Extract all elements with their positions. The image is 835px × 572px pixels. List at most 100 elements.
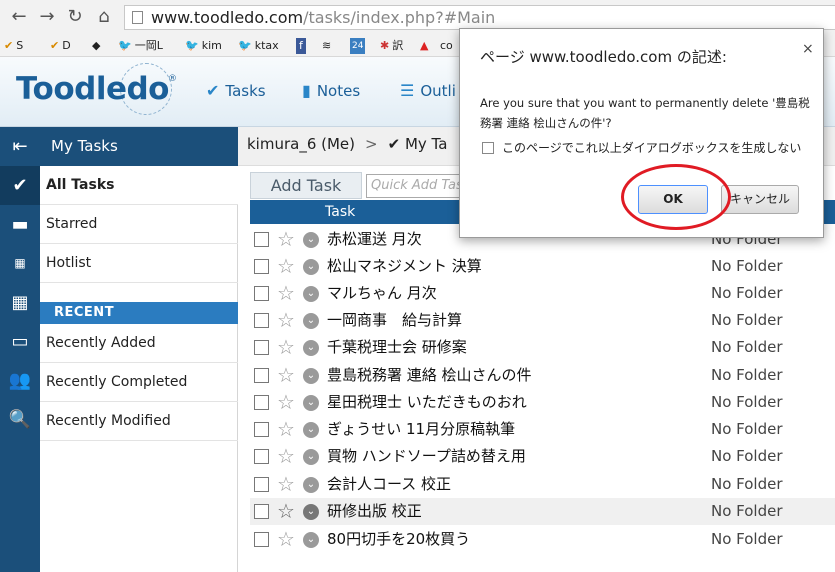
task-folder[interactable]: No Folder (711, 498, 783, 525)
sidebar-item-hotlist[interactable]: Hotlist (40, 244, 238, 283)
task-name[interactable]: 買物 ハンドソープ詰め替え用 (327, 443, 526, 470)
sidebar-item-all-tasks[interactable]: All Tasks (40, 166, 238, 205)
bookmark-item[interactable]: ✱ 訳 (380, 38, 403, 54)
back-icon[interactable]: ← (8, 6, 30, 28)
close-icon[interactable]: × (802, 41, 814, 57)
task-checkbox[interactable] (254, 232, 269, 247)
table-row[interactable]: ☆ ⌄ 星田税理士 いただきものおれ No Folder (250, 389, 835, 416)
table-row[interactable]: ☆ ⌄ 松山マネジメント 決算 No Folder (250, 253, 835, 280)
cancel-button[interactable]: キャンセル (721, 185, 799, 214)
task-checkbox[interactable] (254, 368, 269, 383)
nav-outlines[interactable]: ☰ Outli (400, 81, 456, 100)
add-task-button[interactable]: Add Task (250, 172, 362, 199)
task-checkbox[interactable] (254, 286, 269, 301)
task-checkbox[interactable] (254, 395, 269, 410)
priority-icon[interactable]: ⌄ (303, 340, 319, 356)
table-row[interactable]: ☆ ⌄ 豊島税務署 連絡 桧山さんの件 No Folder (250, 362, 835, 389)
star-icon[interactable]: ☆ (277, 390, 295, 414)
task-folder[interactable]: No Folder (711, 253, 783, 280)
priority-icon[interactable]: ⌄ (303, 395, 319, 411)
star-icon[interactable]: ☆ (277, 472, 295, 496)
task-folder[interactable]: No Folder (711, 526, 783, 553)
task-checkbox[interactable] (254, 259, 269, 274)
task-name[interactable]: 80円切手を20枚買う (327, 526, 470, 553)
logo[interactable]: Toodledo (16, 71, 169, 107)
task-name[interactable]: 会計人コース 校正 (327, 471, 451, 498)
star-icon[interactable]: ☆ (277, 308, 295, 332)
bookmark-item[interactable]: ▲ (420, 38, 431, 54)
table-row[interactable]: ☆ ⌄ 会計人コース 校正 No Folder (250, 471, 835, 498)
bookmark-item[interactable]: 🐦 kim (185, 38, 222, 54)
folder-icon[interactable]: ▬ (0, 205, 40, 244)
checkmark-icon[interactable]: ✔ (0, 166, 40, 205)
contacts-icon[interactable]: 👥 (0, 361, 40, 400)
star-icon[interactable]: ☆ (277, 417, 295, 441)
star-icon[interactable]: ☆ (277, 335, 295, 359)
table-row[interactable]: ☆ ⌄ マルちゃん 月次 No Folder (250, 280, 835, 307)
priority-icon[interactable]: ⌄ (303, 449, 319, 465)
star-icon[interactable]: ☆ (277, 363, 295, 387)
star-icon[interactable]: ☆ (277, 254, 295, 278)
bookmark-item[interactable]: f (296, 38, 309, 54)
task-name[interactable]: 千葉税理士会 研修案 (327, 334, 467, 361)
star-icon[interactable]: ☆ (277, 281, 295, 305)
sidebar-item-recently-completed[interactable]: Recently Completed (40, 363, 238, 402)
task-folder[interactable]: No Folder (711, 443, 783, 470)
table-row[interactable]: ☆ ⌄ 一岡商事 給与計算 No Folder (250, 307, 835, 334)
forward-icon[interactable]: → (36, 6, 58, 28)
priority-icon[interactable]: ⌄ (303, 477, 319, 493)
column-task[interactable]: Task (325, 200, 355, 224)
table-row[interactable]: ☆ ⌄ ぎょうせい 11月分原稿執筆 No Folder (250, 416, 835, 443)
priority-icon[interactable]: ⌄ (303, 504, 319, 520)
task-name[interactable]: ぎょうせい 11月分原稿執筆 (327, 416, 515, 443)
task-name[interactable]: 研修出版 校正 (327, 498, 422, 525)
task-folder[interactable]: No Folder (711, 280, 783, 307)
table-row[interactable]: ☆ ⌄ 研修出版 校正 No Folder (250, 498, 835, 525)
task-checkbox[interactable] (254, 532, 269, 547)
priority-icon[interactable]: ⌄ (303, 368, 319, 384)
breadcrumb-user[interactable]: kimura_6 (Me) (247, 135, 355, 153)
task-checkbox[interactable] (254, 449, 269, 464)
priority-icon[interactable]: ⌄ (303, 232, 319, 248)
task-folder[interactable]: No Folder (711, 307, 783, 334)
table-row[interactable]: ☆ ⌄ 千葉税理士会 研修案 No Folder (250, 334, 835, 361)
task-name[interactable]: 赤松運送 月次 (327, 226, 422, 253)
bookmark-item[interactable]: ✔ S (4, 38, 23, 54)
task-checkbox[interactable] (254, 313, 269, 328)
task-folder[interactable]: No Folder (711, 362, 783, 389)
task-checkbox[interactable] (254, 422, 269, 437)
task-folder[interactable]: No Folder (711, 416, 783, 443)
table-row[interactable]: ☆ ⌄ 80円切手を20枚買う No Folder (250, 526, 835, 553)
suppress-dialogs-label[interactable]: このページでこれ以上ダイアログボックスを生成しない (502, 139, 801, 156)
reload-icon[interactable]: ↻ (64, 6, 86, 28)
bookmark-item[interactable]: ✔ D (50, 38, 71, 54)
sidebar-item-recently-added[interactable]: Recently Added (40, 324, 238, 363)
star-icon[interactable]: ☆ (277, 227, 295, 251)
bookmark-item[interactable]: co (440, 38, 453, 54)
tag-icon[interactable]: ▭ (0, 322, 40, 361)
star-icon[interactable]: ☆ (277, 444, 295, 468)
table-row[interactable]: ☆ ⌄ 買物 ハンドソープ詰め替え用 No Folder (250, 443, 835, 470)
nav-notes[interactable]: ▮ Notes (302, 81, 360, 100)
bookmark-item[interactable]: ≋ (322, 38, 334, 54)
collapse-icon[interactable]: ⇤ (0, 127, 40, 166)
sidebar-item-recently-modified[interactable]: Recently Modified (40, 402, 238, 441)
task-checkbox[interactable] (254, 477, 269, 492)
task-checkbox[interactable] (254, 340, 269, 355)
task-name[interactable]: 松山マネジメント 決算 (327, 253, 482, 280)
task-name[interactable]: 星田税理士 いただきものおれ (327, 389, 527, 416)
task-folder[interactable]: No Folder (711, 389, 783, 416)
task-checkbox[interactable] (254, 504, 269, 519)
grid-icon[interactable]: ▦ (0, 283, 40, 322)
address-bar[interactable]: www.toodledo.com/tasks/index.php?#Main (124, 5, 835, 30)
task-folder[interactable]: No Folder (711, 334, 783, 361)
task-name[interactable]: 豊島税務署 連絡 桧山さんの件 (327, 362, 532, 389)
bookmark-item[interactable]: 🐦 ktax (238, 38, 279, 54)
bookmark-item[interactable]: 24 (350, 38, 368, 54)
bookmark-item[interactable]: 🐦 一岡L (118, 38, 163, 54)
sidebar-item-starred[interactable]: Starred (40, 205, 238, 244)
priority-icon[interactable]: ⌄ (303, 286, 319, 302)
priority-icon[interactable]: ⌄ (303, 313, 319, 329)
star-icon[interactable]: ☆ (277, 527, 295, 551)
bookmark-item[interactable]: ◆ (92, 38, 103, 54)
